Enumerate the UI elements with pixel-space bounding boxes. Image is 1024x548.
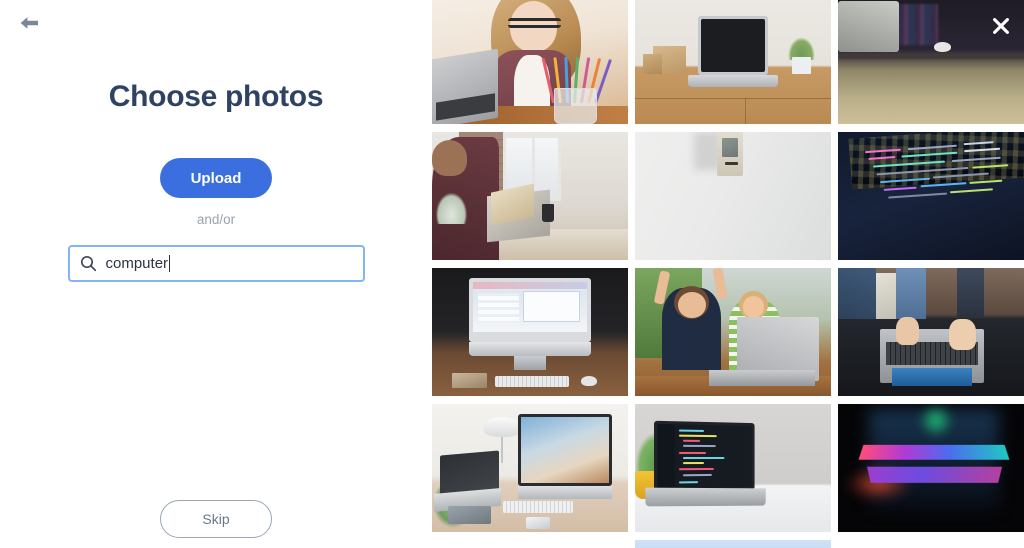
photo-thumbnail[interactable] xyxy=(635,540,831,548)
photo-grid xyxy=(432,0,1024,548)
photo-thumbnail[interactable] xyxy=(635,0,831,124)
photo-grid-spacer xyxy=(838,540,1024,548)
photo-thumbnail[interactable] xyxy=(432,404,628,532)
photo-thumbnail[interactable] xyxy=(635,268,831,396)
photo-thumbnail[interactable] xyxy=(635,132,831,260)
and-or-label: and/or xyxy=(196,212,236,227)
photo-thumbnail[interactable] xyxy=(838,268,1024,396)
photo-grid-spacer xyxy=(432,540,628,548)
photo-thumbnail[interactable] xyxy=(432,132,628,260)
upload-button[interactable]: Upload xyxy=(160,158,272,198)
close-icon[interactable] xyxy=(991,16,1011,36)
left-panel-content: Choose photos Upload and/or computer xyxy=(0,0,432,548)
photo-thumbnail[interactable] xyxy=(635,404,831,532)
photo-thumbnail[interactable] xyxy=(432,0,628,124)
search-icon xyxy=(80,255,97,272)
text-caret xyxy=(169,255,171,272)
photo-thumbnail[interactable] xyxy=(432,268,628,396)
choose-photos-screen: Choose photos Upload and/or computer Ski… xyxy=(0,0,1024,548)
photo-grid-panel xyxy=(432,0,1024,548)
page-title: Choose photos xyxy=(108,80,324,113)
photo-thumbnail[interactable] xyxy=(838,132,1024,260)
left-panel: Choose photos Upload and/or computer Ski… xyxy=(0,0,432,548)
photo-thumbnail[interactable] xyxy=(838,404,1024,532)
skip-button[interactable]: Skip xyxy=(160,500,272,538)
search-input-value: computer xyxy=(105,255,169,272)
search-input[interactable]: computer xyxy=(67,245,365,282)
